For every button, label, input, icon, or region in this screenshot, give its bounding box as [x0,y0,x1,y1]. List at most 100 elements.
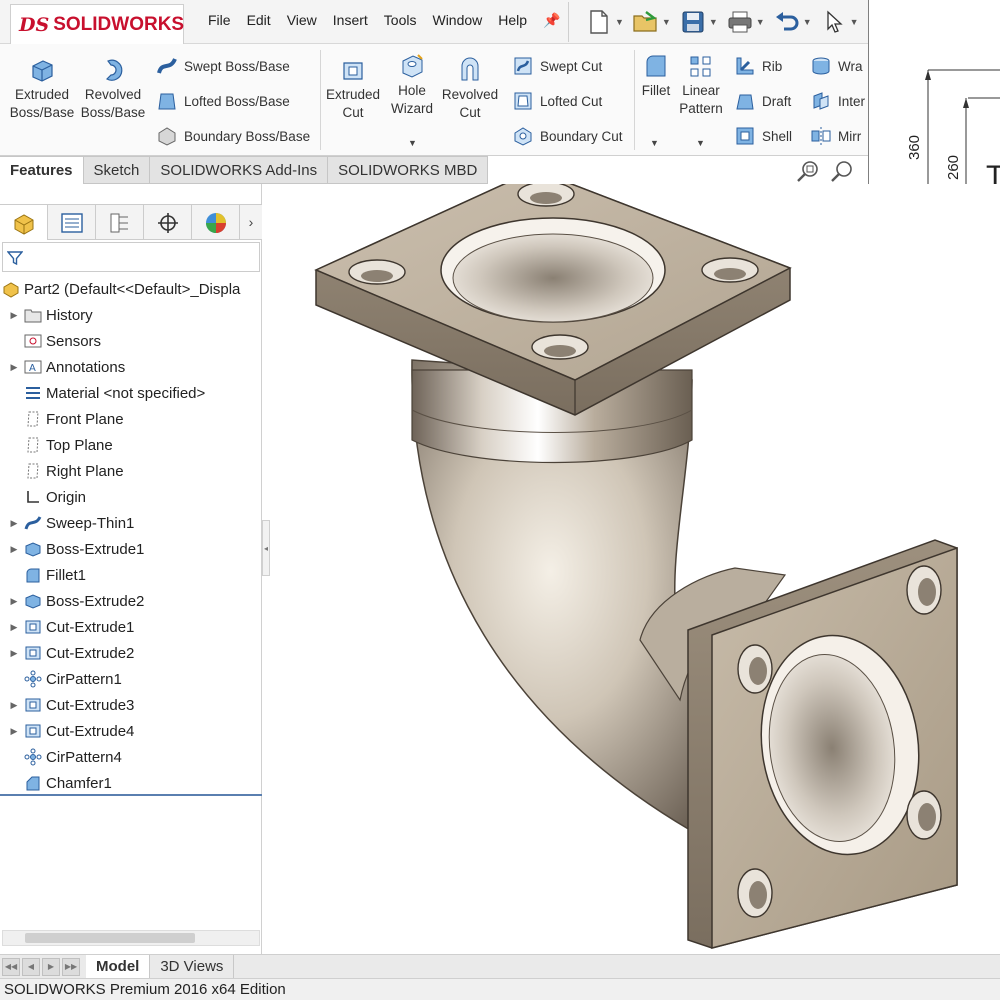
tree-item-cut-extrude4[interactable]: ▶ Cut-Extrude4 [0,718,262,744]
menu-help[interactable]: Help [490,12,535,28]
revolved-cut-button[interactable]: Revolved Cut [440,56,500,122]
new-document-icon[interactable] [581,4,617,40]
expand-arrow-icon[interactable]: ▶ [8,596,20,607]
extruded-boss-icon [32,60,53,82]
rib-button[interactable]: Rib [734,55,782,77]
save-dropdown-icon[interactable]: ▼ [709,17,718,27]
draft-button[interactable]: Draft [734,90,791,112]
tree-item-sweep-thin1[interactable]: ▶ Sweep-Thin1 [0,510,262,536]
menu-window[interactable]: Window [424,12,490,28]
draft-label: Draft [762,93,792,109]
tree-root-part[interactable]: Part2 (Default<<Default>_Displa [0,276,262,302]
scrollbar-thumb[interactable] [25,933,195,943]
print-icon[interactable] [722,4,758,40]
chevron-right-icon[interactable]: › [240,205,262,239]
solidworks-logo[interactable]: DS SOLIDWORKS [10,4,184,44]
tree-item-cut-extrude3[interactable]: ▶ Cut-Extrude3 [0,692,262,718]
new-dropdown-icon[interactable]: ▼ [615,17,624,27]
menu-edit[interactable]: Edit [239,12,279,28]
fillet-button[interactable]: Fillet [638,54,674,100]
fillet-dropdown-icon[interactable]: ▼ [650,138,659,148]
undo-icon[interactable] [769,4,805,40]
swept-cut-button[interactable]: Swept Cut [512,55,602,77]
graphics-viewport[interactable] [270,184,1000,954]
tree-item-cut-extrude1[interactable]: ▶ Cut-Extrude1 [0,614,262,640]
previous-tab-button[interactable]: ◀ [22,957,40,976]
tree-item-front-plane[interactable]: Front Plane [0,406,262,432]
hole-wizard-dropdown-icon[interactable]: ▼ [408,138,417,148]
pin-icon[interactable]: 📌 [543,12,560,29]
dimxpert-manager-tab[interactable] [144,205,192,240]
tab-solidworks-add-ins[interactable]: SOLIDWORKS Add-Ins [150,156,329,184]
extruded-boss-button[interactable]: Extruded Boss/Base [10,56,74,122]
tree-item-cut-extrude2[interactable]: ▶ Cut-Extrude2 [0,640,262,666]
tree-filter-field[interactable] [2,242,260,272]
linear-pattern-dropdown-icon[interactable]: ▼ [696,138,705,148]
shell-button[interactable]: Shell [734,125,792,147]
extruded-cut-button[interactable]: Extruded Cut [324,56,382,122]
tree-item-boss-extrude2[interactable]: ▶ Boss-Extrude2 [0,588,262,614]
zoom-area-icon[interactable] [830,159,854,183]
open-dropdown-icon[interactable]: ▼ [662,17,671,27]
expand-arrow-icon[interactable]: ▶ [8,362,20,373]
menu-view[interactable]: View [279,12,325,28]
menu-insert[interactable]: Insert [325,12,376,28]
expand-arrow-icon[interactable]: ▶ [8,648,20,659]
expand-arrow-icon[interactable]: ▶ [8,622,20,633]
horizontal-scrollbar[interactable] [2,930,260,946]
boundary-cut-button[interactable]: Boundary Cut [512,125,623,147]
tree-item-cirpattern4[interactable]: CirPattern4 [0,744,262,770]
expand-arrow-icon[interactable]: ▶ [8,310,20,321]
expand-arrow-icon[interactable]: ▶ [8,518,20,529]
open-document-icon[interactable] [628,4,664,40]
boundary-boss-button[interactable]: Boundary Boss/Base [156,125,310,147]
hole-wizard-button[interactable]: Hole Wizard [386,52,438,118]
tree-item-fillet1[interactable]: Fillet1 [0,562,262,588]
mirror-button[interactable]: Mirr [810,125,861,147]
display-manager-tab[interactable] [192,205,240,240]
linear-pattern-button[interactable]: Linear Pattern [678,54,724,118]
tab-model[interactable]: Model [86,954,151,979]
tree-item-sensors[interactable]: Sensors [0,328,262,354]
property-manager-tab[interactable] [48,205,96,240]
lofted-boss-button[interactable]: Lofted Boss/Base [156,90,290,112]
tree-item-cirpattern1[interactable]: CirPattern1 [0,666,262,692]
save-icon[interactable] [675,4,711,40]
tab-solidworks-mbd[interactable]: SOLIDWORKS MBD [328,156,489,184]
select-dropdown-icon[interactable]: ▼ [850,17,859,27]
lofted-cut-button[interactable]: Lofted Cut [512,90,602,112]
tree-item-annotations[interactable]: ▶ A Annotations [0,354,262,380]
revolved-boss-button[interactable]: Revolved Boss/Base [80,56,146,122]
next-tab-button[interactable]: ▶ [42,957,60,976]
first-tab-button[interactable]: ◀◀ [2,957,20,976]
zoom-to-fit-icon[interactable] [796,159,820,183]
tree-item-boss-extrude1[interactable]: ▶ Boss-Extrude1 [0,536,262,562]
swept-boss-button[interactable]: Swept Boss/Base [156,55,290,77]
tree-item-material-not-specified[interactable]: Material <not specified> [0,380,262,406]
expand-arrow-icon[interactable]: ▶ [8,700,20,711]
undo-dropdown-icon[interactable]: ▼ [803,17,812,27]
tree-item-right-plane[interactable]: Right Plane [0,458,262,484]
tree-item-top-plane[interactable]: Top Plane [0,432,262,458]
menu-file[interactable]: File [200,12,239,28]
tree-item-chamfer1[interactable]: Chamfer1 [0,770,262,796]
intersect-button[interactable]: Inter [810,90,865,112]
expand-arrow-icon[interactable]: ▶ [8,726,20,737]
tree-item-history[interactable]: ▶ History [0,302,262,328]
expand-arrow-icon[interactable]: ▶ [8,544,20,555]
wrap-button[interactable]: Wra [810,55,863,77]
feature-tree: Part2 (Default<<Default>_Displa ▶ History S… [0,276,262,796]
tab-sketch[interactable]: Sketch [83,156,151,184]
tab-features[interactable]: Features [0,156,84,184]
select-pointer-icon[interactable] [816,4,852,40]
print-dropdown-icon[interactable]: ▼ [756,17,765,27]
last-tab-button[interactable]: ▶▶ [62,957,80,976]
rollback-bar[interactable] [0,794,262,796]
feature-manager-tab[interactable] [0,205,48,240]
panel-splitter-handle[interactable]: ◂ [262,520,270,576]
elbow-pipe-model[interactable] [270,184,1000,954]
menu-tools[interactable]: Tools [376,12,425,28]
tree-item-origin[interactable]: Origin [0,484,262,510]
configuration-manager-tab[interactable] [96,205,144,240]
tab-3d-views[interactable]: 3D Views [150,954,235,979]
